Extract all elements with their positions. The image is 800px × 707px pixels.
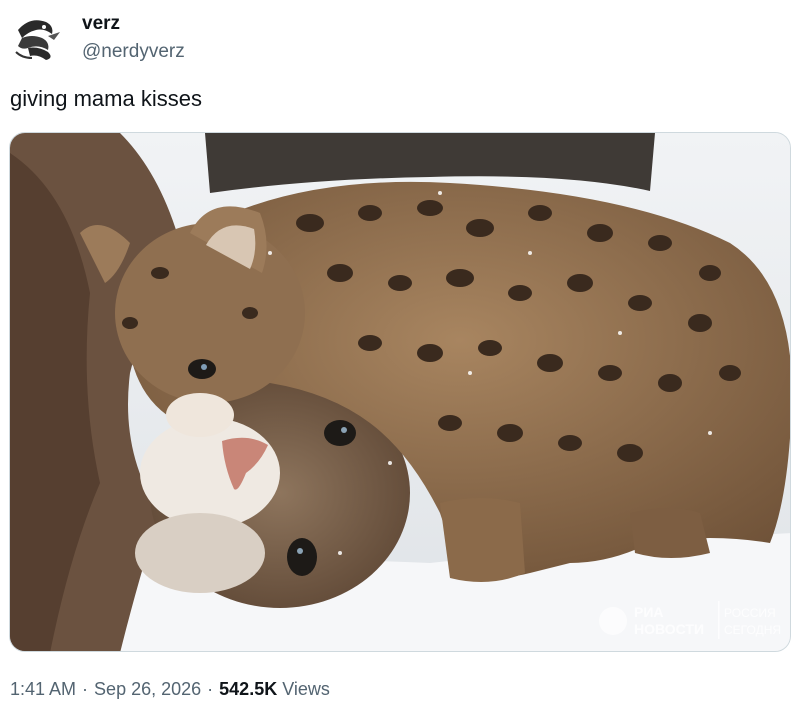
display-name[interactable]: verz xyxy=(82,13,185,36)
tweet-header: verz @nerdyverz xyxy=(8,8,185,68)
avatar[interactable] xyxy=(8,8,68,68)
tweet-photo[interactable]: РИА НОВОСТИ РОССИЯ СЕГОДНЯ xyxy=(9,132,791,652)
tweet: verz @nerdyverz giving mama kisses РИА Н… xyxy=(0,0,800,707)
tweet-time[interactable]: 1:41 AM xyxy=(10,679,76,699)
tweet-meta: 1:41 AM · Sep 26, 2026 · 542.5K Views xyxy=(10,679,330,700)
handle[interactable]: @nerdyverz xyxy=(82,41,185,64)
watermark-right2: СЕГОДНЯ xyxy=(724,623,781,637)
separator: · xyxy=(207,679,214,699)
cougar-photo: РИА НОВОСТИ РОССИЯ СЕГОДНЯ xyxy=(10,133,790,651)
views-label: Views xyxy=(282,679,330,699)
tweet-date[interactable]: Sep 26, 2026 xyxy=(94,679,201,699)
watermark-line1: РИА xyxy=(634,604,664,620)
tweet-text: giving mama kisses xyxy=(10,86,202,111)
separator: · xyxy=(82,679,89,699)
author-names: verz @nerdyverz xyxy=(82,13,185,64)
watermark-right1: РОССИЯ xyxy=(724,606,776,620)
views-count: 542.5K xyxy=(219,679,278,699)
avatar-dragon-icon xyxy=(8,8,68,68)
watermark-line2: НОВОСТИ xyxy=(634,621,704,637)
